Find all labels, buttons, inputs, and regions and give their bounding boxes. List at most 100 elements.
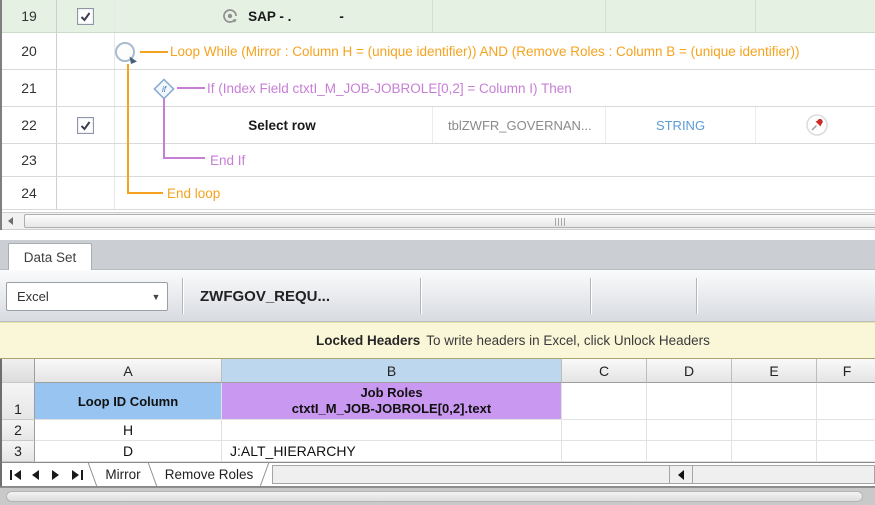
script-row-21[interactable]: 21 if If (Index Field ctxtI_M_JOB-JOBROL…	[2, 70, 875, 107]
prev-arrow-icon	[32, 469, 39, 480]
script-row-20[interactable]: 20 Loop While (Mirror : Column H = (uniq…	[2, 33, 875, 70]
row-number: 21	[2, 70, 57, 106]
row-number: 23	[2, 144, 57, 176]
next-sheet-button[interactable]	[52, 463, 59, 486]
check-icon	[80, 11, 91, 22]
previous-sheet-button[interactable]	[32, 463, 39, 486]
script-row-23[interactable]: 23 End If	[2, 144, 875, 177]
script-horizontal-scrollbar[interactable]	[2, 212, 875, 230]
row-number: 20	[2, 33, 57, 69]
workbook-name-label: ZWFGOV_REQU...	[200, 287, 331, 305]
end-if-statement[interactable]: End If	[210, 144, 245, 177]
data-type-value[interactable]: STRING	[605, 107, 755, 143]
scrollbar-grip	[555, 218, 565, 226]
scrollbar-thumb[interactable]	[24, 214, 875, 228]
gridline	[432, 0, 433, 32]
cell-b2[interactable]	[222, 420, 562, 441]
select-all-corner[interactable]	[2, 359, 35, 383]
cell-e1[interactable]	[732, 383, 817, 420]
mapped-field-value[interactable]: tblZWFR_GOVERNAN...	[432, 107, 605, 143]
loop-connector-line	[140, 51, 168, 53]
cell-a2[interactable]: H	[35, 420, 222, 441]
next-arrow-icon	[52, 469, 59, 480]
if-connector-line	[177, 87, 205, 89]
data-source-select[interactable]: Excel ▼	[6, 282, 168, 311]
toolbar-separator	[696, 278, 697, 314]
row-number: 19	[2, 0, 57, 32]
sheet-tab-remove-roles[interactable]: Remove Roles	[157, 463, 261, 486]
loop-connector-line	[127, 64, 129, 194]
row-19-checkbox[interactable]	[77, 7, 94, 25]
chevron-down-icon: ▼	[151, 291, 161, 302]
column-header-e[interactable]: E	[732, 359, 817, 383]
banner-title: Locked Headers	[316, 333, 421, 348]
sheet-scroll-left-button[interactable]	[669, 466, 693, 483]
tab-data-set[interactable]: Data Set	[8, 243, 92, 270]
script-grid: 19 SAP - . - 20 Loop While (Mirror: Col…	[0, 0, 875, 230]
sheet-tab-mirror[interactable]: Mirror	[96, 463, 150, 486]
cell-f1[interactable]	[817, 383, 875, 420]
toolbar-separator	[182, 278, 183, 314]
step-label: SAP - .	[248, 8, 292, 24]
cell-d1[interactable]	[647, 383, 732, 420]
gridline	[755, 0, 756, 32]
data-source-value: Excel	[17, 289, 49, 304]
first-sheet-button[interactable]	[10, 463, 21, 486]
sheet-tab-strip: Mirror Remove Roles	[0, 462, 875, 487]
cell-a1[interactable]: Loop ID Column	[35, 383, 222, 420]
cell-f2[interactable]	[817, 420, 875, 441]
red-pushpin-icon[interactable]	[805, 113, 829, 137]
step-label-suffix: -	[339, 8, 344, 24]
column-header-a[interactable]: A	[35, 359, 222, 383]
if-diamond-icon[interactable]: if	[153, 78, 175, 100]
first-arrow-icon	[14, 469, 21, 480]
cell-e2[interactable]	[732, 420, 817, 441]
tab-divider	[259, 463, 270, 486]
check-icon	[80, 120, 91, 131]
if-connector-line	[163, 157, 205, 159]
row-header-2[interactable]: 2	[2, 420, 35, 441]
cell-c3[interactable]	[562, 441, 647, 462]
sheet-horizontal-scrollbar[interactable]	[272, 465, 875, 484]
script-row-19[interactable]: 19 SAP - . -	[2, 0, 875, 33]
application-window: 19 SAP - . - 20 Loop While (Mirror: Col…	[0, 0, 875, 505]
bottom-scrollbar-area[interactable]	[0, 487, 875, 505]
column-header-d[interactable]: D	[647, 359, 732, 383]
end-loop-statement[interactable]: End loop	[167, 177, 220, 210]
row-header-3[interactable]: 3	[2, 441, 35, 462]
cell-b3[interactable]: J:ALT_HIERARCHY	[222, 441, 562, 462]
cell-a3[interactable]: D	[35, 441, 222, 462]
cell-b1[interactable]: Job Roles ctxtI_M_JOB-JOBROLE[0,2].text	[222, 383, 562, 420]
loop-connector-line	[127, 192, 163, 194]
circular-arrow-record-icon	[223, 9, 237, 23]
last-sheet-button[interactable]	[72, 463, 83, 486]
dataset-toolbar: Excel ▼ ZWFGOV_REQU...	[0, 270, 875, 322]
cell-b1-line2: ctxtI_M_JOB-JOBROLE[0,2].text	[291, 401, 492, 416]
row-header-1[interactable]: 1	[2, 383, 35, 420]
column-header-f[interactable]: F	[817, 359, 875, 383]
row-number: 24	[2, 177, 57, 209]
left-arrow-icon	[678, 469, 684, 480]
cell-f3[interactable]	[817, 441, 875, 462]
scroll-left-button[interactable]	[2, 213, 19, 229]
gridline	[605, 0, 606, 32]
row-number: 22	[2, 107, 57, 143]
dataset-tab-bar: Data Set	[0, 240, 875, 270]
if-statement[interactable]: If (Index Field ctxtI_M_JOB-JOBROLE[0,2]…	[207, 70, 572, 107]
loop-while-statement[interactable]: Loop While (Mirror : Column H = (unique …	[170, 33, 800, 70]
last-arrow-icon	[72, 469, 79, 480]
column-header-b[interactable]: B	[222, 359, 562, 383]
bottom-scrollbar-thumb[interactable]	[6, 491, 863, 502]
cell-d3[interactable]	[647, 441, 732, 462]
cell-e3[interactable]	[732, 441, 817, 462]
script-row-22[interactable]: 22 Select row tblZWFR_GOVERNAN... STRING	[2, 107, 875, 144]
cell-c1[interactable]	[562, 383, 647, 420]
column-header-c[interactable]: C	[562, 359, 647, 383]
cell-b1-line1: Job Roles	[360, 385, 423, 400]
cell-d2[interactable]	[647, 420, 732, 441]
cell-c2[interactable]	[562, 420, 647, 441]
banner-message: To write headers in Excel, click Unlock …	[426, 333, 710, 348]
row-22-checkbox[interactable]	[77, 116, 94, 134]
toolbar-separator	[420, 278, 421, 314]
toolbar-separator	[590, 278, 591, 314]
